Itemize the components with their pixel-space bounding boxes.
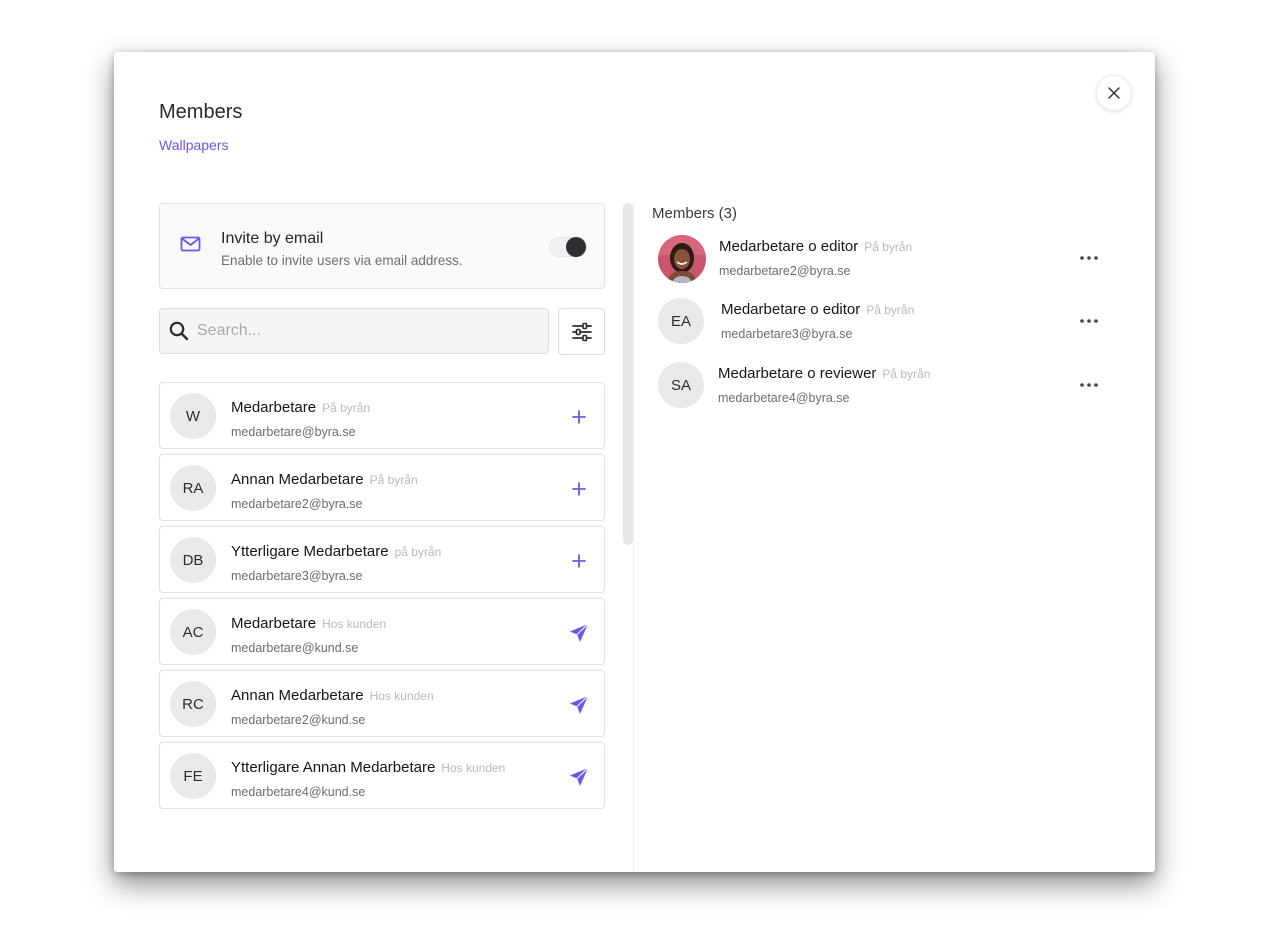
invite-by-email-card: Invite by email Enable to invite users v… [159,203,605,289]
user-name: Medarbetare Hos kunden [231,615,387,632]
user-name: Ytterligare Medarbetare på byrån [231,543,442,560]
user-email: medarbetare2@byra.se [231,497,363,511]
invite-description: Enable to invite users via email address… [221,253,463,268]
avatar: FE [170,753,216,799]
user-tag: på byrån [394,545,442,559]
user-email: medarbetare@byra.se [231,425,356,439]
send-invite-button[interactable] [567,621,591,645]
more-icon [1080,256,1098,260]
member-tag: På byrån [866,303,915,317]
member-name: Medarbetare o editor På byrån [721,301,915,318]
user-tag: På byrån [322,401,371,415]
avatar: EA [658,298,704,344]
plus-icon [572,482,586,496]
avatar: SA [658,362,704,408]
user-tag: På byrån [369,473,418,487]
close-button[interactable] [1096,75,1132,111]
plus-icon [572,410,586,424]
user-tag: Hos kunden [369,689,434,703]
user-tag: Hos kunden [322,617,387,631]
send-invite-button[interactable] [567,765,591,789]
member-row: Medarbetare o editor På byrån medarbetare… [658,235,1108,285]
user-email: medarbetare4@kund.se [231,785,366,799]
scrollbar-thumb[interactable] [623,203,633,545]
toggle-knob [566,237,586,257]
list-item[interactable]: W Medarbetare På byrån medarbetare@byra.s… [159,382,605,449]
add-member-button[interactable] [567,477,591,501]
list-item[interactable]: RC Annan Medarbetare Hos kunden medarbeta… [159,670,605,737]
avatar: RA [170,465,216,511]
member-options-button[interactable] [1076,375,1102,395]
list-item[interactable]: AC Medarbetare Hos kunden medarbetare@kun… [159,598,605,665]
member-name: Medarbetare o editor På byrån [719,238,913,255]
invite-toggle[interactable] [549,237,587,257]
more-icon [1080,383,1098,387]
mail-icon [180,236,201,252]
avatar [658,235,706,283]
member-email: medarbetare4@byra.se [718,391,850,405]
member-tag: På byrån [864,240,913,254]
member-tag: På byrån [882,367,931,381]
member-row: SA Medarbetare o reviewer På byrån medarb… [658,362,1108,412]
member-email: medarbetare3@byra.se [721,327,853,341]
close-icon [1108,87,1120,99]
user-email: medarbetare@kund.se [231,641,359,655]
column-divider [633,203,634,872]
send-invite-button[interactable] [567,693,591,717]
member-name: Medarbetare o reviewer På byrån [718,365,931,382]
avatar: W [170,393,216,439]
search-box [159,308,549,354]
avatar: AC [170,609,216,655]
add-member-button[interactable] [567,405,591,429]
member-options-button[interactable] [1076,311,1102,331]
member-options-button[interactable] [1076,248,1102,268]
user-name: Annan Medarbetare På byrån [231,471,418,488]
search-icon [169,321,189,341]
filter-button[interactable] [558,308,605,355]
search-input[interactable] [197,309,537,353]
user-email: medarbetare3@byra.se [231,569,363,583]
user-email: medarbetare2@kund.se [231,713,366,727]
add-member-button[interactable] [567,549,591,573]
member-row: EA Medarbetare o editor På byrån medarbet… [658,298,1108,348]
avatar: RC [170,681,216,727]
plus-icon [572,554,586,568]
list-item[interactable]: RA Annan Medarbetare På byrån medarbetare… [159,454,605,521]
user-name: Medarbetare På byrån [231,399,371,416]
list-item[interactable]: DB Ytterligare Medarbetare på byrån medar… [159,526,605,593]
more-icon [1080,319,1098,323]
user-name: Annan Medarbetare Hos kunden [231,687,434,704]
user-tag: Hos kunden [441,761,506,775]
send-icon [570,623,589,642]
members-dialog: Members Wallpapers Invite by email Enabl… [114,52,1155,872]
invite-title: Invite by email [221,230,324,247]
member-email: medarbetare2@byra.se [719,264,851,278]
send-icon [570,767,589,786]
members-heading: Members (3) [652,205,738,222]
dialog-title: Members [159,101,243,123]
list-scrollbar[interactable] [623,203,633,872]
project-link[interactable]: Wallpapers [159,137,229,153]
list-item[interactable]: FE Ytterligare Annan Medarbetare Hos kund… [159,742,605,809]
user-name: Ytterligare Annan Medarbetare Hos kunden [231,759,506,776]
sliders-icon [571,322,592,341]
send-icon [570,695,589,714]
avatar: DB [170,537,216,583]
